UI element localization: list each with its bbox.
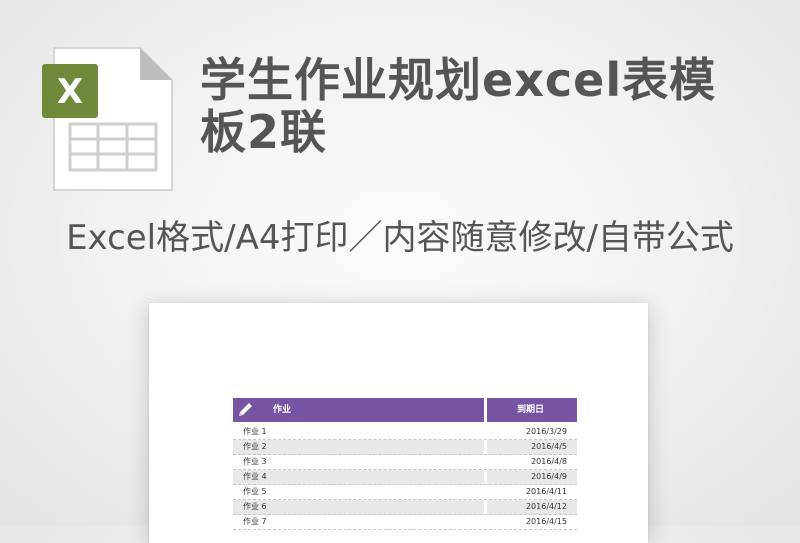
table-header: 作业 到期日 [233, 398, 577, 422]
header-date-cell: 到期日 [487, 398, 577, 422]
table-row: 作业 3 2016/4/8 [233, 455, 577, 470]
header-task-cell: 作业 [233, 398, 484, 422]
date-cell: 2016/4/11 [525, 487, 567, 496]
table-body: 作业 1 2016/3/29 作业 2 2016/4/5 作业 3 2016/4… [233, 425, 577, 530]
page-subtitle: Excel格式/A4打印／内容随意修改/自带公式 [66, 218, 734, 258]
task-cell: 作业 4 [243, 472, 267, 481]
task-cell: 作业 2 [243, 442, 267, 451]
date-cell: 2016/4/8 [531, 457, 567, 466]
table-row: 作业 2 2016/4/5 [233, 440, 577, 455]
pencil-icon [235, 400, 255, 420]
column-header-task: 作业 [273, 405, 292, 415]
table-row: 作业 7 2016/4/15 [233, 515, 577, 530]
task-cell: 作业 3 [243, 457, 267, 466]
table-row: 作业 1 2016/3/29 [233, 425, 577, 440]
task-cell: 作业 1 [243, 427, 267, 436]
date-cell: 2016/3/29 [525, 427, 567, 436]
table-row: 作业 6 2016/4/12 [233, 500, 577, 515]
task-cell: 作业 5 [243, 487, 267, 496]
date-cell: 2016/4/5 [531, 442, 567, 451]
column-header-date: 到期日 [517, 405, 545, 415]
page-title: 学生作业规划excel表模板2联 [200, 53, 717, 159]
table-row: 作业 4 2016/4/9 [233, 470, 577, 485]
excel-file-icon: X [40, 44, 176, 196]
date-cell: 2016/4/12 [525, 502, 567, 511]
sheet-preview: 作业 到期日 作业 1 2016/3/29 作业 2 2016/4/5 作业 3… [149, 303, 648, 543]
date-cell: 2016/4/9 [531, 472, 567, 481]
task-cell: 作业 7 [243, 517, 267, 526]
table-row: 作业 5 2016/4/11 [233, 485, 577, 500]
date-cell: 2016/4/15 [525, 517, 567, 526]
excel-x-letter: X [57, 72, 83, 112]
task-cell: 作业 6 [243, 502, 267, 511]
